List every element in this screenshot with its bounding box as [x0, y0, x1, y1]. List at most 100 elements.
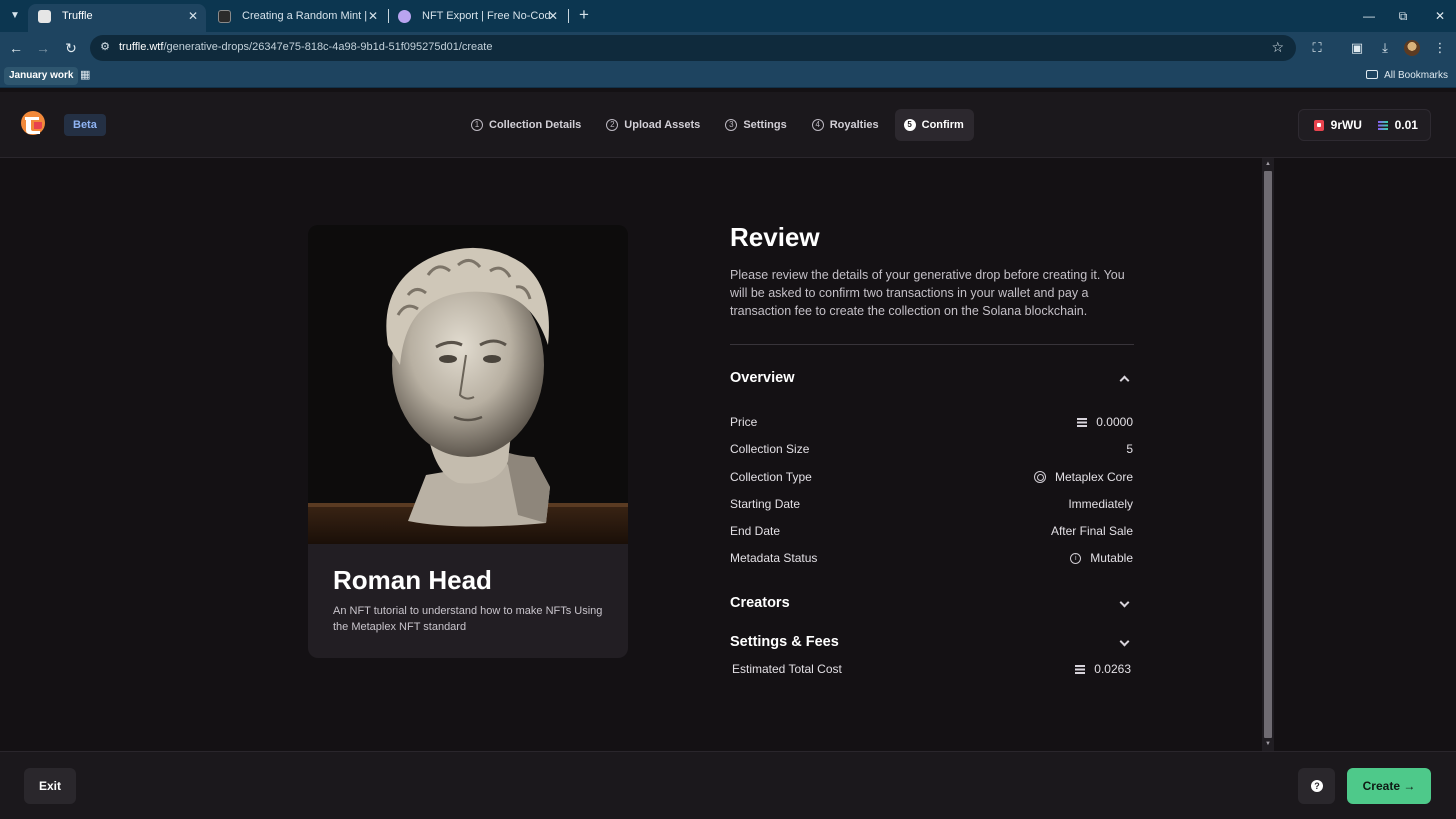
scroll-up-icon[interactable]: ▲ [1264, 160, 1272, 168]
browser-toolbar: ← → ↻ ⚙ truffle.wtf/generative-drops/263… [0, 32, 1456, 64]
row-label: Collection Size [730, 442, 810, 457]
minimize-icon[interactable]: — [1359, 6, 1379, 26]
menu-icon[interactable]: ⋮ [1432, 40, 1448, 56]
estimated-total-cost-row: Estimated Total Cost 0.0263 [730, 656, 1134, 683]
row-value: Mutable [1090, 551, 1133, 566]
step-navigation: 1 Collection Details 2 Upload Assets 3 S… [462, 109, 974, 141]
review-description: Please review the details of your genera… [730, 268, 1125, 318]
solana-icon [1377, 120, 1388, 130]
row-label: Collection Type [730, 469, 812, 484]
browser-tab-random-mint[interactable]: Creating a Random Mint | Truffl ✕ [208, 4, 386, 32]
apps-grid-icon[interactable]: ▦ [80, 69, 93, 82]
overview-row-collection-size: Collection Size 5 [730, 436, 1134, 463]
settings-fees-section-toggle[interactable]: Settings & Fees [730, 630, 1134, 654]
app-header: Beta 1 Collection Details 2 Upload Asset… [0, 92, 1456, 158]
browser-tab-nft-export[interactable]: NFT Export | Free No-Code NFT ✕ [388, 4, 566, 32]
collection-image [308, 225, 628, 544]
metaplex-core-icon [1033, 471, 1046, 484]
profile-avatar[interactable] [1404, 40, 1420, 56]
bookmarks-bar: January work ▦ All Bookmarks [0, 64, 1456, 88]
overview-list: Price 0.0000 Collection Size 5 Collectio… [730, 409, 1134, 573]
row-label: Metadata Status [730, 551, 818, 566]
back-icon[interactable]: ← [6, 38, 26, 58]
site-settings-icon[interactable]: ⚙ [98, 40, 112, 54]
step-confirm[interactable]: 5 Confirm [894, 109, 974, 141]
new-tab-icon[interactable]: + [574, 5, 594, 25]
chevron-down-icon [1119, 597, 1130, 608]
step-number: 4 [811, 119, 824, 131]
wallet-balance: 0.01 [1394, 118, 1418, 132]
create-button[interactable]: Create → [1347, 768, 1431, 804]
help-button[interactable]: ? [1298, 768, 1335, 804]
forward-icon[interactable]: → [33, 38, 53, 58]
row-value: After Final Sale [1050, 524, 1133, 539]
solana-icon [1077, 418, 1088, 427]
step-number: 3 [725, 119, 738, 131]
extensions-icon[interactable]: ⛶ [1309, 40, 1325, 56]
review-title: Review [730, 222, 820, 252]
row-value: 0.0000 [1096, 415, 1133, 429]
step-label: Confirm [921, 119, 964, 131]
creators-section-toggle[interactable]: Creators [730, 591, 1134, 615]
bookmark-star-icon[interactable]: ☆ [1271, 39, 1284, 56]
overview-row-collection-type: Collection Type Metaplex Core [730, 464, 1134, 491]
url-text[interactable]: truffle.wtf/generative-drops/26347e75-81… [119, 41, 492, 53]
truffle-logo-icon[interactable] [20, 110, 46, 136]
step-royalties[interactable]: 4 Royalties [803, 109, 889, 141]
scrollbar[interactable]: ▲ ▼ [1262, 158, 1274, 751]
solana-icon [1075, 664, 1086, 674]
close-icon[interactable]: ✕ [548, 4, 558, 28]
step-label: Royalties [829, 119, 879, 131]
restore-icon[interactable]: ⧉ [1393, 6, 1413, 26]
chevron-up-icon [1119, 375, 1130, 386]
step-upload-assets[interactable]: 2 Upload Assets [597, 109, 710, 141]
truffle-favicon-icon [38, 10, 51, 23]
step-collection-details[interactable]: 1 Collection Details [462, 109, 591, 141]
nft-export-favicon-icon [398, 10, 411, 23]
tab-title: NFT Export | Free No-Code NFT [422, 10, 550, 22]
overview-heading: Overview [730, 370, 795, 386]
row-label: End Date [730, 524, 781, 539]
browser-tab-bar: ▼ Truffle ✕ Creating a Random Mint | Tru… [0, 0, 1456, 32]
creators-heading: Creators [730, 594, 790, 611]
overview-row-starting-date: Starting Date Immediately [730, 491, 1134, 518]
scroll-down-icon[interactable]: ▼ [1264, 740, 1272, 748]
step-label: Upload Assets [624, 119, 701, 131]
all-bookmarks[interactable]: All Bookmarks [1366, 68, 1448, 84]
close-icon[interactable]: ✕ [368, 4, 378, 28]
download-icon[interactable]: ⤓ [1377, 40, 1393, 56]
collection-name: Roman Head [333, 565, 492, 595]
overview-row-price: Price 0.0000 [730, 409, 1134, 436]
footer-bar: Exit ? Create → [0, 751, 1456, 819]
step-settings[interactable]: 3 Settings [716, 109, 796, 141]
exit-button[interactable]: Exit [24, 768, 76, 804]
address-bar[interactable]: ⚙ truffle.wtf/generative-drops/26347e75-… [90, 35, 1296, 61]
step-number: 2 [606, 119, 619, 131]
settings-fees-heading: Settings & Fees [730, 633, 839, 650]
arrow-right-icon: → [1403, 779, 1416, 793]
window-close-icon[interactable]: ✕ [1430, 6, 1450, 26]
browser-tab-truffle[interactable]: Truffle ✕ [28, 4, 206, 32]
scrollbar-thumb[interactable] [1264, 171, 1272, 738]
step-number: 1 [471, 119, 483, 131]
tab-title: Creating a Random Mint | Truffl [242, 10, 370, 22]
overview-row-metadata-status: Metadata Status i Mutable [730, 545, 1134, 572]
review-panel: Review Please review the details of your… [730, 222, 1134, 683]
tab-search-icon[interactable]: ▼ [6, 7, 24, 25]
wallet-button[interactable]: 9rWU 0.01 [1298, 109, 1431, 141]
chevron-down-icon [1119, 636, 1130, 647]
tab-title: Truffle [62, 10, 93, 22]
info-icon[interactable]: i [1070, 553, 1082, 565]
row-label: Estimated Total Cost [732, 661, 842, 676]
row-value: 5 [1126, 442, 1133, 457]
row-label: Price [730, 415, 758, 429]
close-icon[interactable]: ✕ [188, 4, 198, 28]
overview-section-toggle[interactable]: Overview [730, 366, 1134, 390]
bookmark-january-work[interactable]: January work [4, 67, 79, 85]
truffle-favicon-icon [218, 10, 231, 23]
screenshot-icon[interactable]: ▣ [1349, 40, 1365, 56]
wallet-address: 9rWU [1330, 118, 1362, 132]
collection-preview-card: Roman Head An NFT tutorial to understand… [308, 225, 628, 658]
folder-icon [1366, 70, 1379, 79]
reload-icon[interactable]: ↻ [61, 38, 81, 58]
